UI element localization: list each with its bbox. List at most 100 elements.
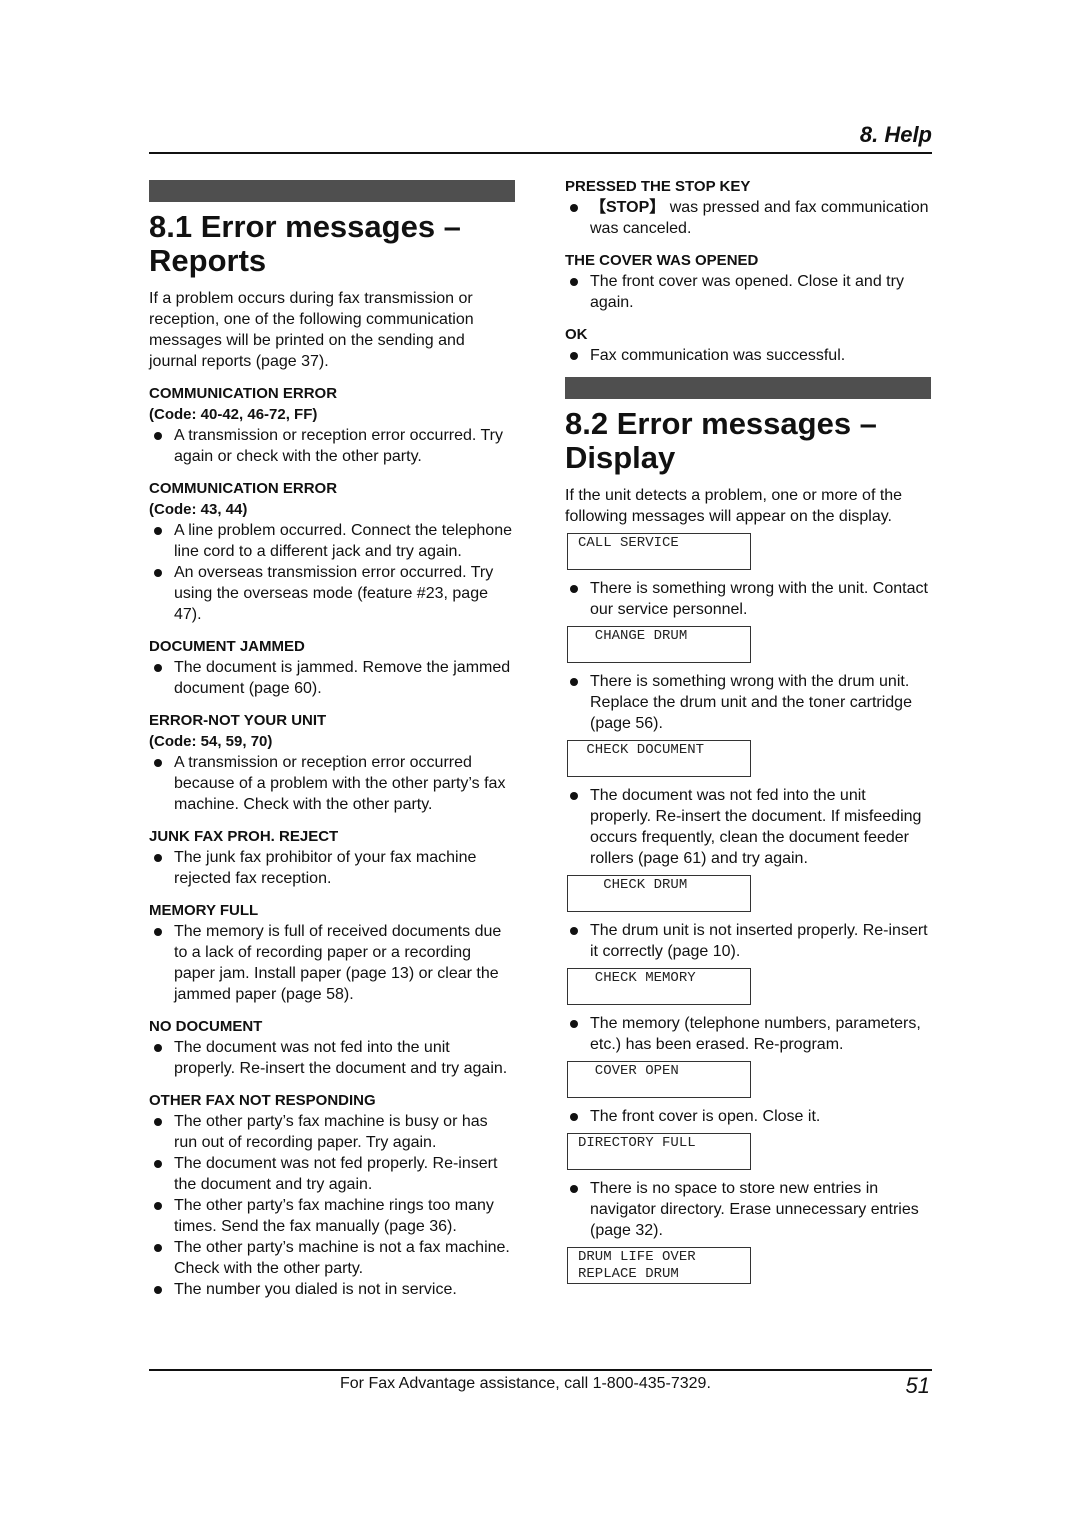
section-title-display: 8.2 Error messages – Display xyxy=(565,407,931,475)
bullet-text: The document was not fed into the unit p… xyxy=(174,1039,508,1077)
bullet-icon xyxy=(154,664,162,672)
bullet-item: The document was not fed into the unit p… xyxy=(565,785,931,869)
bullet-icon xyxy=(154,759,162,767)
bullet-list: The junk fax prohibitor of your fax mach… xyxy=(149,847,515,889)
bullet-list: Fax communication was successful. xyxy=(565,345,931,366)
message-title: DOCUMENT JAMMED xyxy=(149,638,305,655)
bullet-icon xyxy=(570,792,578,800)
message-code: (Code: 40-42, 46-72, FF) xyxy=(149,406,318,423)
bullet-icon xyxy=(154,928,162,936)
bullet-icon xyxy=(570,585,578,593)
bullet-item: The other party’s fax machine rings too … xyxy=(149,1195,515,1237)
message-title: PRESSED THE STOP KEY xyxy=(565,178,751,195)
bullet-text: The junk fax prohibitor of your fax mach… xyxy=(174,849,477,887)
bullet-item: There is no space to store new entries i… xyxy=(565,1178,931,1241)
bullet-list: There is something wrong with the unit. … xyxy=(565,578,931,620)
lcd-display: CHANGE DRUM xyxy=(567,626,751,663)
display-entry: CHANGE DRUM There is something wrong with… xyxy=(565,626,931,734)
bullet-list: A transmission or reception error occurr… xyxy=(149,752,515,815)
message-entry: OK Fax communication was successful. xyxy=(565,324,931,366)
footer-assistance: For Fax Advantage assistance, call 1-800… xyxy=(340,1375,711,1392)
bullet-item: The junk fax prohibitor of your fax mach… xyxy=(149,847,515,889)
bullet-icon xyxy=(570,678,578,686)
bullet-icon xyxy=(570,1020,578,1028)
message-entry: NO DOCUMENT The document was not fed into… xyxy=(149,1016,515,1079)
message-title: JUNK FAX PROH. REJECT xyxy=(149,828,339,845)
message-entry: PRESSED THE STOP KEY 【STOP】 was pressed a… xyxy=(565,176,931,239)
section-title-line: Display xyxy=(565,440,676,475)
bullet-text: The other party’s fax machine rings too … xyxy=(174,1197,494,1235)
bullet-item: An overseas transmission error occurred.… xyxy=(149,562,515,625)
bullet-icon xyxy=(570,204,578,212)
bullet-icon xyxy=(154,854,162,862)
bullet-list: The front cover was opened. Close it and… xyxy=(565,271,931,313)
right-column: PRESSED THE STOP KEY 【STOP】 was pressed a… xyxy=(565,176,931,1292)
lcd-display: CHECK MEMORY xyxy=(567,968,751,1005)
bullet-text: The document was not fed properly. Re-in… xyxy=(174,1155,498,1193)
lcd-display: DIRECTORY FULL xyxy=(567,1133,751,1170)
bullet-text: The document was not fed into the unit p… xyxy=(590,787,922,867)
display-entry: CALL SERVICE There is something wrong wit… xyxy=(565,533,931,620)
bullet-text: The front cover is open. Close it. xyxy=(590,1108,821,1125)
display-messages: CALL SERVICE There is something wrong wit… xyxy=(565,533,931,1284)
bullet-text: An overseas transmission error occurred.… xyxy=(174,564,494,623)
display-entry: CHECK DOCUMENT The document was not fed i… xyxy=(565,740,931,869)
message-title: THE COVER WAS OPENED xyxy=(565,252,759,269)
bullet-item: The document was not fed properly. Re-in… xyxy=(149,1153,515,1195)
bullet-icon xyxy=(570,278,578,286)
bullet-list: The document was not fed into the unit p… xyxy=(149,1037,515,1079)
bullet-text: The document is jammed. Remove the jamme… xyxy=(174,659,511,697)
message-title: ERROR-NOT YOUR UNIT xyxy=(149,712,327,729)
bullet-item: A line problem occurred. Connect the tel… xyxy=(149,520,515,562)
bullet-text: Fax communication was successful. xyxy=(590,347,846,364)
bullet-item: There is something wrong with the drum u… xyxy=(565,671,931,734)
bullet-icon xyxy=(570,352,578,360)
bullet-list: 【STOP】 was pressed and fax communication… xyxy=(565,197,931,239)
left-column: 8.1 Error messages – Reports If a proble… xyxy=(149,180,515,1311)
section-bar xyxy=(149,180,515,202)
bullet-list: The memory is full of received documents… xyxy=(149,921,515,1005)
bullet-list: The document was not fed into the unit p… xyxy=(565,785,931,869)
bullet-text: The memory is full of received documents… xyxy=(174,923,502,1003)
bullet-text: The memory (telephone numbers, parameter… xyxy=(590,1015,921,1053)
bullet-text: There is no space to store new entries i… xyxy=(590,1180,919,1239)
section-title-line: Reports xyxy=(149,243,267,278)
lcd-display: DRUM LIFE OVER REPLACE DRUM xyxy=(567,1247,751,1284)
bullet-text: The other party’s fax machine is busy or… xyxy=(174,1113,488,1151)
section-title-line: 8.2 Error messages – xyxy=(565,406,877,441)
bullet-item: A transmission or reception error occurr… xyxy=(149,425,515,467)
bullet-icon xyxy=(154,1118,162,1126)
message-code: (Code: 54, 59, 70) xyxy=(149,733,273,750)
bullet-item: The memory is full of received documents… xyxy=(149,921,515,1005)
bullet-icon xyxy=(154,1244,162,1252)
bullet-list: There is no space to store new entries i… xyxy=(565,1178,931,1241)
page-number: 51 xyxy=(905,1373,930,1398)
lcd-display: CHECK DRUM xyxy=(567,875,751,912)
section-intro: If the unit detects a problem, one or mo… xyxy=(565,487,903,525)
bullet-list: The drum unit is not inserted properly. … xyxy=(565,920,931,962)
bullet-item: Fax communication was successful. xyxy=(565,345,931,366)
report-messages-continued: PRESSED THE STOP KEY 【STOP】 was pressed a… xyxy=(565,176,931,366)
lcd-display: CHECK DOCUMENT xyxy=(567,740,751,777)
message-title: COMMUNICATION ERROR xyxy=(149,385,338,402)
display-entry: DIRECTORY FULL There is no space to store… xyxy=(565,1133,931,1241)
bullet-item: A transmission or reception error occurr… xyxy=(149,752,515,815)
bullet-text: The other party’s machine is not a fax m… xyxy=(174,1239,510,1277)
bullet-text: The drum unit is not inserted properly. … xyxy=(590,922,928,960)
message-code: (Code: 43, 44) xyxy=(149,501,248,518)
header-rule xyxy=(149,152,932,154)
bullet-text: The front cover was opened. Close it and… xyxy=(590,273,904,311)
bullet-text: The number you dialed is not in service. xyxy=(174,1281,457,1298)
bullet-item: The document is jammed. Remove the jamme… xyxy=(149,657,515,699)
bullet-icon xyxy=(154,569,162,577)
message-entry: ERROR-NOT YOUR UNIT (Code: 54, 59, 70) A t… xyxy=(149,710,515,815)
bullet-icon xyxy=(154,1286,162,1294)
bullet-item: The other party’s machine is not a fax m… xyxy=(149,1237,515,1279)
message-entry: DOCUMENT JAMMED The document is jammed. R… xyxy=(149,636,515,699)
bullet-icon xyxy=(570,927,578,935)
bullet-item: The front cover is open. Close it. xyxy=(565,1106,931,1127)
message-title: COMMUNICATION ERROR xyxy=(149,480,338,497)
bullet-text: A line problem occurred. Connect the tel… xyxy=(174,522,512,560)
bullet-icon xyxy=(154,527,162,535)
bullet-icon xyxy=(570,1185,578,1193)
